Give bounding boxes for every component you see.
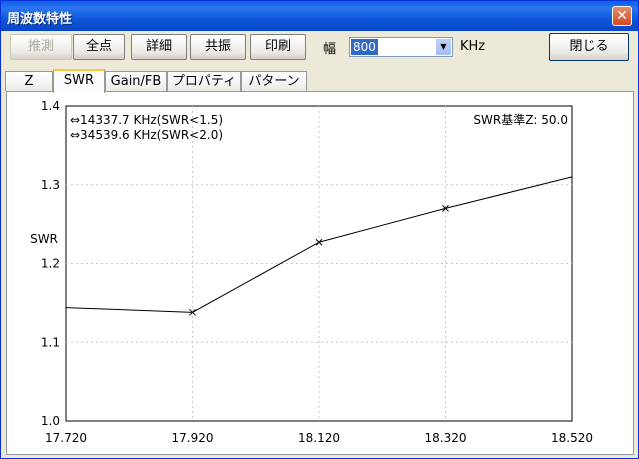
bandwidth-swr20-annotation: ⇔34539.6 KHz(SWR<2.0) [70, 128, 223, 142]
x-tick-label: 18.120 [298, 431, 340, 445]
x-tick-label: 17.920 [172, 431, 214, 445]
reference-impedance-annotation: SWR基準Z: 50.0 [473, 112, 568, 127]
x-tick-label: 18.320 [425, 431, 467, 445]
y-tick-label: 1.2 [41, 257, 60, 271]
y-tick-label: 1.1 [41, 335, 60, 349]
y-axis-label: SWR [30, 232, 58, 246]
tab-swr[interactable]: SWR [53, 69, 105, 93]
y-tick-label: 1.3 [41, 178, 60, 192]
bandwidth-swr15-annotation: ⇔14337.7 KHz(SWR<1.5) [70, 113, 223, 127]
y-tick-label: 1.4 [41, 99, 60, 113]
y-tick-label: 1.0 [41, 414, 60, 428]
x-tick-label: 18.520 [551, 431, 593, 445]
x-tick-label: 17.720 [45, 431, 87, 445]
